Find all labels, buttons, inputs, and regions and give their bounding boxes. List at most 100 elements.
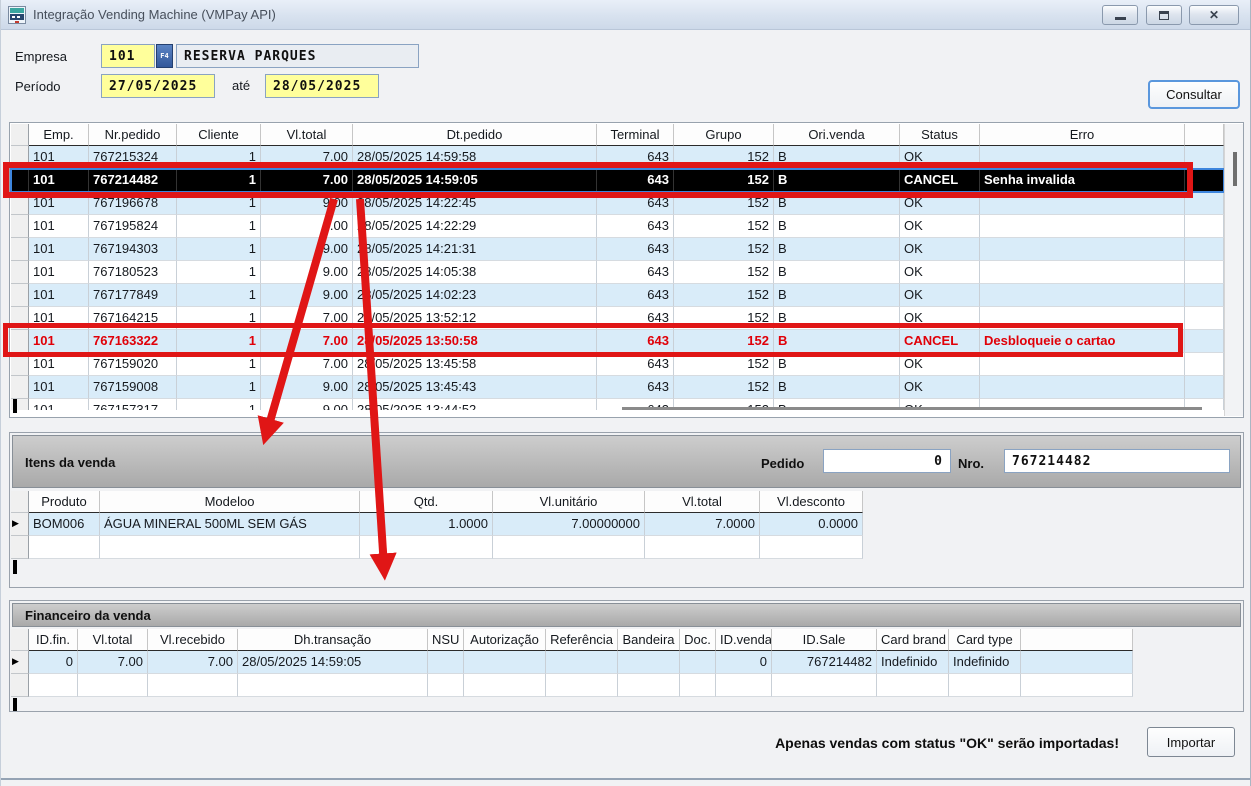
column-header[interactable]: Vl.total: [261, 124, 353, 146]
titlebar[interactable]: Integração Vending Machine (VMPay API) ✕: [1, 0, 1250, 30]
date-to-input[interactable]: 28/05/2025: [265, 74, 379, 98]
vertical-scrollbar[interactable]: [1224, 124, 1243, 416]
column-header[interactable]: Vl.desconto: [760, 491, 863, 513]
window-bottom-edge: [1, 778, 1251, 780]
column-header[interactable]: Dh.transação: [238, 629, 428, 651]
grid-cell: [464, 674, 546, 697]
grid-cell: [980, 353, 1185, 376]
column-header[interactable]: Vl.unitário: [493, 491, 645, 513]
column-header[interactable]: Referência: [546, 629, 618, 651]
grid-cell: [618, 674, 680, 697]
grid-cell: 28/05/2025 13:52:12: [353, 307, 597, 330]
nro-field[interactable]: 767214482: [1004, 449, 1230, 473]
grid-cell: 1.0000: [360, 513, 493, 536]
empresa-code-input[interactable]: 101: [101, 44, 155, 68]
table-row[interactable]: 10176719430319.0028/05/2025 14:21:316431…: [11, 238, 1224, 261]
close-button[interactable]: ✕: [1189, 5, 1239, 25]
column-header[interactable]: Nr.pedido: [89, 124, 177, 146]
grid-cell: [1185, 307, 1224, 330]
grid-cell: [11, 284, 29, 307]
grid-cell: [11, 330, 29, 353]
table-row[interactable]: 10176717784919.0028/05/2025 14:02:236431…: [11, 284, 1224, 307]
grid-cell: [493, 536, 645, 559]
table-row[interactable]: 10176719582419.0028/05/2025 14:22:296431…: [11, 215, 1224, 238]
grid-cell: Desbloqueie o cartao: [980, 330, 1185, 353]
importar-button[interactable]: Importar: [1147, 727, 1235, 757]
import-warning-text: Apenas vendas com status "OK" serão impo…: [775, 735, 1119, 751]
grid-cell: 7.00: [261, 146, 353, 169]
column-header[interactable]: Card brand: [877, 629, 949, 651]
column-header[interactable]: Doc.: [680, 629, 716, 651]
column-header[interactable]: Vl.total: [645, 491, 760, 513]
pedido-field[interactable]: 0: [823, 449, 951, 473]
grid-cell: OK: [900, 238, 980, 261]
maximize-button[interactable]: [1146, 5, 1182, 25]
column-header[interactable]: Cliente: [177, 124, 261, 146]
column-header[interactable]: Grupo: [674, 124, 774, 146]
column-header[interactable]: Autorização: [464, 629, 546, 651]
grid-cell: [1021, 629, 1133, 651]
column-header[interactable]: Dt.pedido: [353, 124, 597, 146]
grid-cell: [980, 146, 1185, 169]
grid-cell: 101: [29, 399, 89, 410]
grid-cell: [546, 674, 618, 697]
column-header[interactable]: Produto: [29, 491, 100, 513]
column-header[interactable]: ID.fin.: [29, 629, 78, 651]
column-header[interactable]: NSU: [428, 629, 464, 651]
grid-cell: 767177849: [89, 284, 177, 307]
empty-row[interactable]: [11, 536, 863, 559]
grid-cell: [645, 536, 760, 559]
column-header[interactable]: ID.Sale: [772, 629, 877, 651]
grid-cell: 643: [597, 330, 674, 353]
grid-cell: [11, 307, 29, 330]
column-header[interactable]: Modeloo: [100, 491, 360, 513]
itens-panel-title: Itens da venda: [25, 455, 115, 470]
column-header[interactable]: Vl.recebido: [148, 629, 238, 651]
table-row[interactable]: 10176715902017.0028/05/2025 13:45:586431…: [11, 353, 1224, 376]
grid-cell: [1185, 192, 1224, 215]
consultar-button[interactable]: Consultar: [1148, 80, 1240, 109]
column-header[interactable]: Terminal: [597, 124, 674, 146]
f4-lookup-button[interactable]: F4: [156, 44, 173, 68]
app-window: Integração Vending Machine (VMPay API) ✕…: [0, 0, 1251, 786]
date-from-input[interactable]: 27/05/2025: [101, 74, 215, 98]
grid-cell: [1185, 146, 1224, 169]
column-header[interactable]: Vl.total: [78, 629, 148, 651]
column-header[interactable]: Qtd.: [360, 491, 493, 513]
nro-label: Nro.: [958, 456, 984, 471]
empty-row[interactable]: [11, 674, 1133, 697]
grid-cell: B: [774, 169, 900, 192]
grid-cell: [11, 238, 29, 261]
column-header[interactable]: Ori.venda: [774, 124, 900, 146]
grid-cell: 7.00: [261, 330, 353, 353]
grid-cell: [1185, 284, 1224, 307]
column-header[interactable]: ID.venda: [716, 629, 772, 651]
grid-cell: 152: [674, 307, 774, 330]
table-row[interactable]: 10176719667819.0028/05/2025 14:22:456431…: [11, 192, 1224, 215]
column-header[interactable]: Card type: [949, 629, 1021, 651]
grid-cell: [11, 491, 29, 513]
table-row[interactable]: 10176716421517.0028/05/2025 13:52:126431…: [11, 307, 1224, 330]
grid-cell: 9.00: [261, 192, 353, 215]
grid-cell: 28/05/2025 14:59:05: [238, 651, 428, 674]
table-row[interactable]: 10176721448217.0028/05/2025 14:59:056431…: [11, 169, 1224, 192]
table-row[interactable]: 10176715900819.0028/05/2025 13:45:436431…: [11, 376, 1224, 399]
grid-cell: 643: [597, 307, 674, 330]
grid-cell: 1: [177, 146, 261, 169]
minimize-button[interactable]: [1102, 5, 1138, 25]
column-header[interactable]: Status: [900, 124, 980, 146]
table-row[interactable]: ▶07.007.0028/05/2025 14:59:050767214482I…: [11, 651, 1133, 674]
horizontal-scrollbar-thumb[interactable]: [622, 407, 1202, 410]
table-row[interactable]: ▶BOM006ÁGUA MINERAL 500ML SEM GÁS1.00007…: [11, 513, 863, 536]
grid-cell: 767215324: [89, 146, 177, 169]
column-header[interactable]: Bandeira: [618, 629, 680, 651]
vertical-scrollbar-thumb[interactable]: [1233, 152, 1237, 186]
grid-cell: [949, 674, 1021, 697]
grid-cell: OK: [900, 353, 980, 376]
table-row[interactable]: 10176716332217.0028/05/2025 13:50:586431…: [11, 330, 1224, 353]
column-header[interactable]: Erro: [980, 124, 1185, 146]
table-row[interactable]: 10176721532417.0028/05/2025 14:59:586431…: [11, 146, 1224, 169]
column-header[interactable]: Emp.: [29, 124, 89, 146]
table-row[interactable]: 10176718052319.0028/05/2025 14:05:386431…: [11, 261, 1224, 284]
grid-cell: 152: [674, 330, 774, 353]
